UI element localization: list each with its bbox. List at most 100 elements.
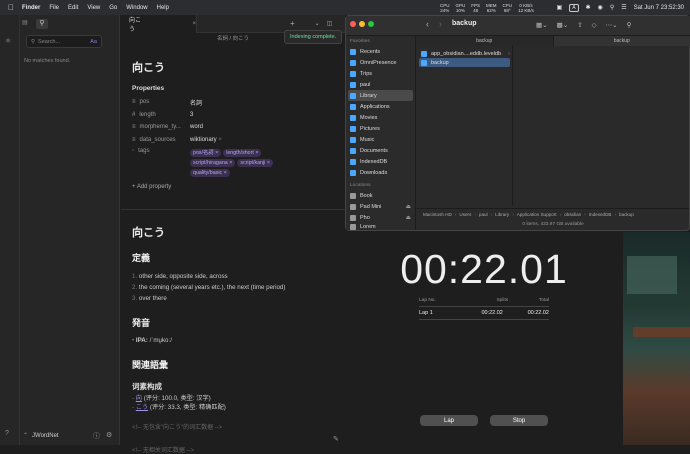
search-field[interactable]: ⚲ Search... Aa xyxy=(26,35,102,48)
settings-gear-icon[interactable]: ⚙ xyxy=(106,431,112,439)
definition-heading[interactable]: 定義 xyxy=(132,251,337,264)
sidebar-item-documents[interactable]: Documents xyxy=(346,145,415,156)
control-center-icon[interactable]: ☰ xyxy=(621,4,626,11)
sidebar-item-downloads[interactable]: Downloads xyxy=(346,167,415,178)
group-icon[interactable]: ▩⌄ xyxy=(557,21,569,29)
cast-icon[interactable]: ▣ xyxy=(557,4,563,11)
sidebar-item-music[interactable]: Music xyxy=(346,134,415,145)
search-icon[interactable]: ⚲ xyxy=(627,21,632,29)
add-property-button[interactable]: + Add property xyxy=(132,184,337,190)
menu-edit[interactable]: Edit xyxy=(68,5,78,11)
eject-icon[interactable]: ⏏ xyxy=(406,204,411,210)
forward-icon[interactable]: › xyxy=(439,19,442,29)
ipa-line[interactable]: • IPA: /ˈmu̥koː/ xyxy=(132,337,337,344)
menu-view[interactable]: View xyxy=(87,5,100,11)
word-link[interactable]: こう xyxy=(136,404,148,411)
sidebar-item-paul[interactable]: paul xyxy=(346,79,415,90)
menu-help[interactable]: Help xyxy=(157,5,169,11)
menu-file[interactable]: File xyxy=(49,5,59,11)
sidebar-item-pictures[interactable]: Pictures xyxy=(346,123,415,134)
menu-window[interactable]: Window xyxy=(126,5,147,11)
input-source[interactable]: A xyxy=(569,4,578,12)
remove-icon[interactable]: × xyxy=(218,137,222,143)
minimize-window-icon[interactable] xyxy=(359,21,365,27)
note-title[interactable]: 向こう xyxy=(132,59,337,75)
clock[interactable]: Sat Jun 7 23:52:30 xyxy=(634,5,684,11)
match-case-toggle[interactable]: Aa xyxy=(90,39,97,45)
file-row[interactable]: app_obsidian....eddb.leveldb› xyxy=(417,49,512,58)
tag-pill[interactable]: script/kanji × xyxy=(237,159,273,167)
tag-pill[interactable]: quality/basic × xyxy=(190,169,230,177)
vault-switcher[interactable]: ⌃ JWordNet xyxy=(23,432,59,439)
back-icon[interactable]: ‹ xyxy=(426,19,429,29)
property-value[interactable]: wiktionary xyxy=(190,137,217,143)
system-stats[interactable]: CPU24% GPU10% FPS48 MEM62% CPU68° 0 KB/s… xyxy=(440,0,540,15)
sidebar-item-pad-mini[interactable]: Pad Mini⏏ xyxy=(346,201,415,212)
sidebar-item-indexeddb[interactable]: IndexedDB xyxy=(346,156,415,167)
search-icon[interactable]: ⚲ xyxy=(610,4,614,11)
property-row[interactable]: #length3 xyxy=(132,109,337,122)
path-item[interactable]: backup xyxy=(619,212,634,217)
wifi-icon[interactable]: ◉ xyxy=(598,4,603,11)
property-row[interactable]: ≡morpheme_ty...word xyxy=(132,121,337,134)
path-item[interactable]: Library xyxy=(495,212,509,217)
sidebar-item-library[interactable]: Library xyxy=(348,90,413,101)
path-item[interactable]: Users xyxy=(459,212,471,217)
sidebar-item-book[interactable]: Book xyxy=(346,190,415,201)
lap-button[interactable]: Lap xyxy=(420,415,478,426)
stop-button[interactable]: Stop xyxy=(490,415,548,426)
finder-tab[interactable]: backup xyxy=(416,36,554,46)
bluetooth-icon[interactable]: ✱ xyxy=(586,4,591,11)
sidebar-item-trips[interactable]: Trips xyxy=(346,68,415,79)
pronunciation-heading[interactable]: 発音 xyxy=(132,316,337,329)
tag-pill[interactable]: pos/名詞 × xyxy=(190,149,221,157)
chevron-down-icon[interactable]: ⌄ xyxy=(315,20,320,27)
search-tab-icon[interactable]: ⚲ xyxy=(36,19,48,29)
apple-menu-icon[interactable]:  xyxy=(8,3,14,12)
help-icon[interactable]: ? xyxy=(5,430,9,437)
more-actions-icon[interactable]: ⋯⌄ xyxy=(606,21,618,29)
tab-note[interactable]: 向こう × xyxy=(121,15,197,33)
right-sidebar-toggle-icon[interactable]: ◫ xyxy=(327,20,333,27)
finder-tab[interactable]: backup xyxy=(554,36,690,46)
path-item[interactable]: paul xyxy=(479,212,488,217)
sidebar-item-movies[interactable]: Movies xyxy=(346,112,415,123)
tag-pill[interactable]: length/short × xyxy=(223,149,261,157)
property-row-tags[interactable]: ◦tags pos/名詞 ×length/short ×script/hirag… xyxy=(132,148,337,178)
properties-heading[interactable]: Properties xyxy=(132,85,337,92)
view-toggle-icon[interactable]: ▦⌄ xyxy=(536,21,548,29)
path-item[interactable]: Application Support xyxy=(517,212,557,217)
eject-icon[interactable]: ⏏ xyxy=(406,215,411,221)
path-item[interactable]: Macintosh HD xyxy=(423,212,452,217)
file-row-selected[interactable]: backup xyxy=(419,58,510,67)
list-item[interactable]: - こう (评分: 33.3, 类型: 精确匹配) xyxy=(132,403,337,412)
property-value[interactable]: word xyxy=(190,124,203,130)
close-tab-icon[interactable]: × xyxy=(192,21,196,27)
graph-icon[interactable]: ⚛ xyxy=(5,37,19,45)
zoom-window-icon[interactable] xyxy=(368,21,374,27)
menu-app-name[interactable]: Finder xyxy=(22,5,40,11)
property-row[interactable]: ≡pos名詞 xyxy=(132,96,337,109)
definition-list[interactable]: 1. other side, opposite side, across 2. … xyxy=(132,271,337,304)
new-tab-icon[interactable]: + xyxy=(290,19,295,28)
tag-icon[interactable]: ◇ xyxy=(592,21,597,29)
sidebar-item-lorem[interactable]: Lorem xyxy=(346,223,415,231)
sidebar-item-omnipresence[interactable]: OmniPresence xyxy=(346,57,415,68)
property-value[interactable]: 3 xyxy=(190,112,193,118)
share-icon[interactable]: ⇧ xyxy=(577,21,582,29)
related-heading[interactable]: 関連語彙 xyxy=(132,358,337,371)
composition-heading[interactable]: 词素构成 xyxy=(132,381,337,392)
sidebar-item-recents[interactable]: Recents xyxy=(346,46,415,57)
help-circle-icon[interactable]: ⓘ xyxy=(93,431,100,441)
sidebar-item-pho[interactable]: Pho⏏ xyxy=(346,212,415,223)
list-item[interactable]: - 向 (评分: 100.0, 类型: 汉字) xyxy=(132,394,337,403)
sidebar-item-applications[interactable]: Applications xyxy=(346,101,415,112)
note-heading-1[interactable]: 向こう xyxy=(132,224,337,240)
property-value[interactable]: 名詞 xyxy=(190,98,202,107)
tag-pill[interactable]: script/hiragana × xyxy=(190,159,235,167)
close-window-icon[interactable] xyxy=(350,21,356,27)
path-item[interactable]: obsidian xyxy=(564,212,581,217)
path-item[interactable]: IndexedDB xyxy=(589,212,612,217)
property-row[interactable]: ≡data_sourceswiktionary × xyxy=(132,134,337,147)
menu-go[interactable]: Go xyxy=(109,5,117,11)
